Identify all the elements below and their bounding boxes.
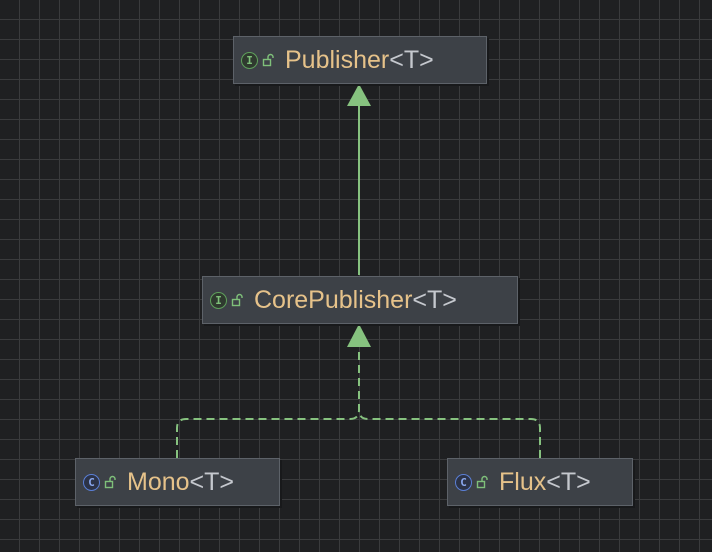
public-lock-icon [476,475,488,489]
class-name: Publisher [285,45,390,74]
node-flux[interactable]: C Flux<T> [447,458,633,506]
generic-param: <T> [546,467,591,496]
generic-param: <T> [412,285,457,314]
interface-icon: I [241,51,258,69]
arrowhead-publisher [347,84,371,106]
class-icon: C [83,473,100,491]
class-name: Mono [127,467,190,496]
node-publisher[interactable]: I Publisher<T> [233,36,487,84]
interface-icon: I [210,291,227,309]
class-name: Flux [499,467,547,496]
node-label: Flux<T> [499,467,591,496]
node-corepublisher[interactable]: I CorePublisher<T> [202,276,518,324]
node-label: Mono<T> [127,467,235,496]
generic-param: <T> [389,45,434,74]
node-label: Publisher<T> [285,45,434,74]
public-lock-icon [104,475,116,489]
arrowhead-corepublisher [347,324,371,347]
node-mono[interactable]: C Mono<T> [75,458,280,506]
edge-flux-implements-corepublisher [358,409,541,458]
node-label: CorePublisher<T> [254,285,457,314]
class-name: CorePublisher [254,285,413,314]
public-lock-icon [262,53,274,67]
edge-mono-implements-corepublisher [176,348,360,458]
public-lock-icon [231,293,243,307]
generic-param: <T> [189,467,235,496]
class-icon: C [455,473,472,491]
